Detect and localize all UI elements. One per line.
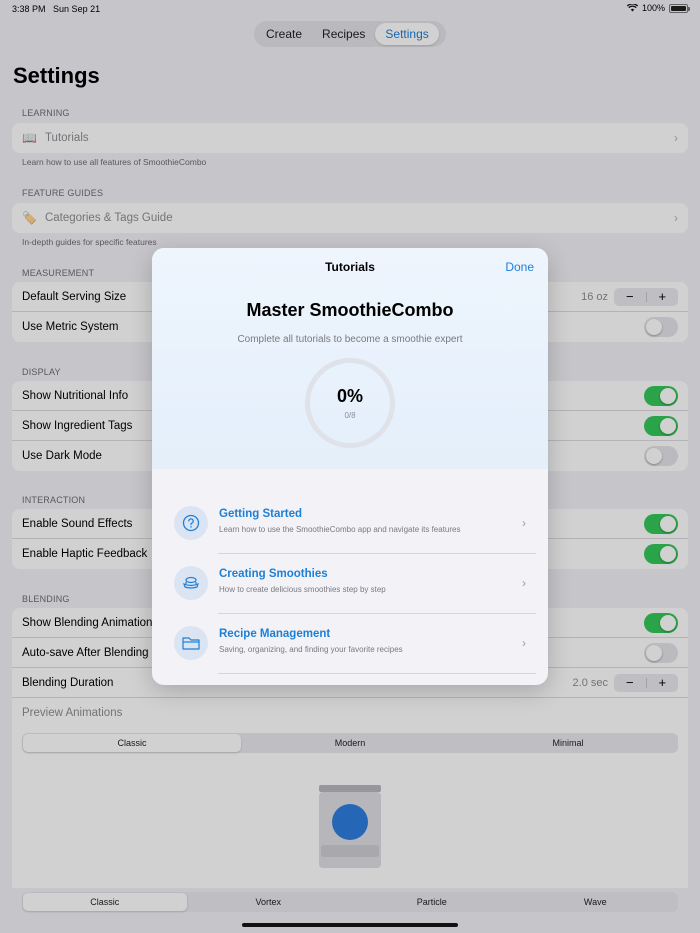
folder-icon bbox=[174, 626, 208, 660]
progress-percent: 0% bbox=[336, 386, 363, 406]
tutorial-item-desc: Saving, organizing, and finding your fav… bbox=[219, 645, 403, 654]
home-indicator[interactable] bbox=[242, 923, 458, 927]
tutorials-modal: Tutorials Done Master SmoothieCombo Comp… bbox=[152, 248, 548, 685]
modal-subtitle: Complete all tutorials to become a smoot… bbox=[237, 334, 463, 345]
done-button[interactable]: Done bbox=[505, 260, 534, 274]
tutorial-item-creating-smoothies[interactable]: Creating Smoothies How to create delicio… bbox=[172, 554, 536, 614]
chevron-right-icon: › bbox=[522, 516, 526, 530]
chevron-right-icon: › bbox=[522, 576, 526, 590]
tutorial-item-getting-started[interactable]: Getting Started Learn how to use the Smo… bbox=[172, 494, 536, 554]
tutorial-item-desc: Learn how to use the SmoothieCombo app a… bbox=[219, 525, 461, 534]
tutorial-item-recipe-management[interactable]: Recipe Management Saving, organizing, an… bbox=[172, 614, 536, 674]
progress-count: 0/8 bbox=[344, 411, 356, 420]
modal-title: Tutorials bbox=[325, 260, 375, 274]
question-circle-icon bbox=[174, 506, 208, 540]
header-band bbox=[152, 459, 548, 469]
modal-heading: Master SmoothieCombo bbox=[246, 300, 454, 320]
tutorial-item-desc: How to create delicious smoothies step b… bbox=[219, 585, 386, 594]
tutorial-item-title: Getting Started bbox=[219, 508, 303, 520]
chevron-right-icon: › bbox=[522, 636, 526, 650]
tutorial-item-title: Creating Smoothies bbox=[219, 568, 328, 580]
cup-icon bbox=[174, 566, 208, 600]
tutorial-item-title: Recipe Management bbox=[219, 628, 331, 640]
